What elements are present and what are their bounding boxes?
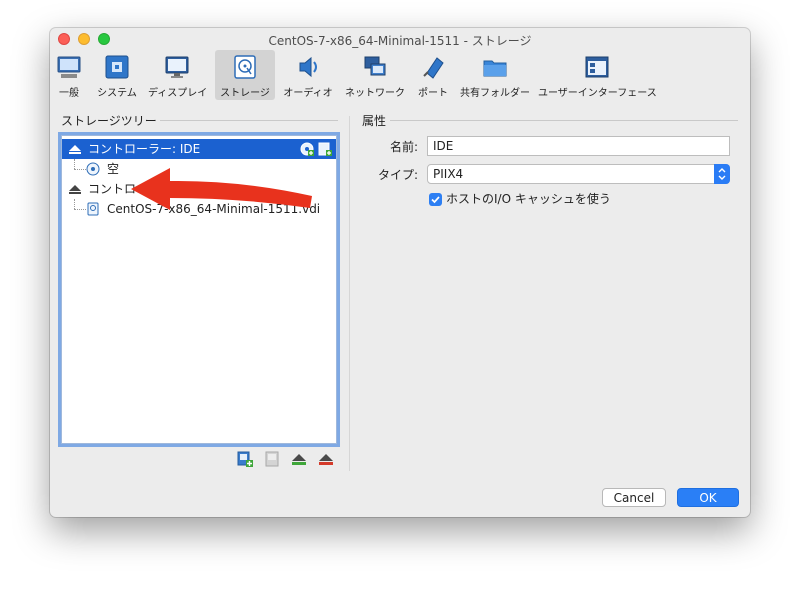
network-icon (364, 56, 386, 76)
add-attachment-icon[interactable] (291, 451, 307, 467)
ok-button[interactable]: OK (677, 488, 739, 507)
audio-icon (299, 56, 317, 78)
system-icon (105, 55, 129, 79)
add-hard-disk-icon[interactable] (318, 142, 332, 156)
general-icon (57, 56, 81, 78)
storage-tree-title: ストレージツリー (61, 114, 157, 128)
add-optical-drive-icon[interactable] (300, 142, 314, 156)
storage-tree-separator (160, 120, 338, 121)
attributes-separator (390, 120, 738, 121)
tab-system[interactable]: システム (93, 50, 141, 100)
tab-user-interface[interactable]: ユーザーインターフェース (538, 50, 657, 100)
add-controller-icon[interactable] (237, 451, 253, 467)
tree-item-ide-controller[interactable]: コントローラー: IDE (62, 139, 336, 159)
title-bar[interactable]: CentOS-7-x86_64-Minimal-1511 - ストレージ (50, 28, 750, 50)
tab-network[interactable]: ネットワーク (342, 50, 408, 100)
annotation-arrow-icon (131, 168, 312, 210)
name-input[interactable]: IDE (427, 136, 730, 156)
remove-controller-icon[interactable] (264, 451, 280, 467)
tab-shared-folders[interactable]: 共有フォルダー (460, 50, 530, 100)
sata-controller-icon (69, 185, 81, 194)
storage-icon (234, 55, 256, 79)
attributes-title: 属性 (362, 114, 387, 128)
tab-display[interactable]: ディスプレイ (148, 50, 207, 100)
type-label: タイプ: (377, 168, 418, 182)
storage-settings-window: CentOS-7-x86_64-Minimal-1511 - ストレージ 一般 … (50, 28, 750, 517)
tab-ports[interactable]: ポート (414, 50, 452, 100)
display-icon (165, 56, 189, 78)
host-io-cache-checkbox[interactable] (429, 193, 442, 206)
shared-folder-icon (483, 60, 507, 77)
settings-toolbar: 一般 システム ディスプレイ ストレージ オーディオ ネットワーク ポート 共有… (50, 50, 750, 102)
name-label: 名前: (389, 140, 418, 154)
type-select-value: PIIX4 (433, 167, 464, 181)
remove-attachment-icon[interactable] (318, 451, 334, 467)
ide-controller-icon (69, 145, 81, 154)
optical-disc-icon (86, 162, 100, 176)
tab-audio[interactable]: オーディオ (282, 50, 334, 100)
select-arrows-icon (714, 164, 730, 184)
user-interface-icon (585, 56, 609, 78)
window-title: CentOS-7-x86_64-Minimal-1511 - ストレージ (268, 34, 532, 48)
hard-disk-icon (87, 202, 99, 216)
checkmark-icon (431, 196, 440, 204)
port-icon (423, 57, 444, 79)
cancel-button[interactable]: Cancel (602, 488, 666, 507)
panel-divider (349, 116, 350, 471)
tab-storage[interactable]: ストレージ (215, 50, 275, 100)
type-select[interactable]: PIIX4 (427, 164, 730, 184)
tab-general[interactable]: 一般 (54, 50, 84, 100)
